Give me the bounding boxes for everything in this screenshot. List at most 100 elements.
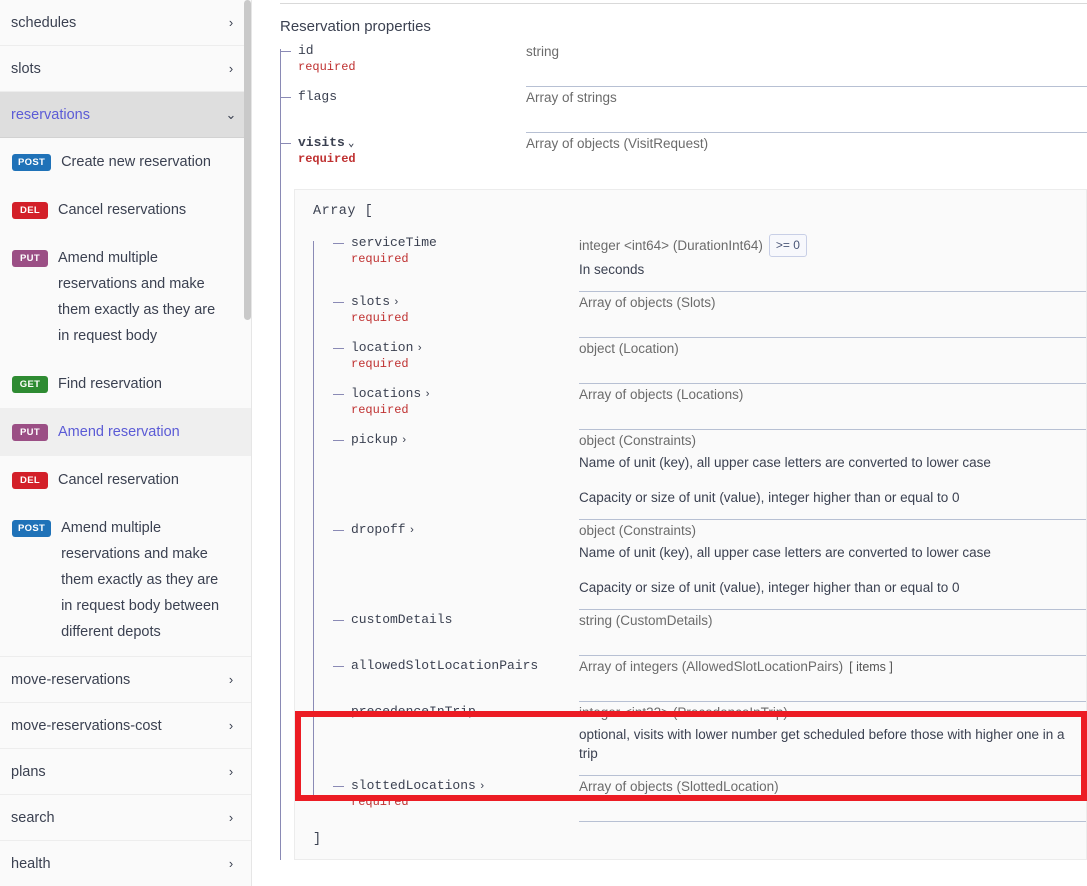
main-panel: Reservation properties id required strin…: [252, 0, 1087, 886]
property-type: Array of objects (VisitRequest): [526, 134, 1087, 153]
visits-array-block: Array [ serviceTime required integer <in…: [294, 189, 1087, 860]
chevron-down-icon[interactable]: ⌄: [345, 138, 355, 150]
sidebar-group-move-reservations[interactable]: move-reservations ›: [0, 657, 251, 703]
sidebar-group-slots[interactable]: slots ›: [0, 46, 251, 92]
property-row-locations[interactable]: locations› required Array of objects (Lo…: [333, 384, 1086, 430]
property-name-cell[interactable]: dropoff›: [351, 520, 579, 610]
property-type: object (Constraints): [579, 431, 1086, 450]
property-type: Array of strings: [526, 88, 1087, 107]
chevron-right-icon[interactable]: ›: [406, 525, 416, 537]
sidebar-group-plans[interactable]: plans ›: [0, 749, 251, 795]
sidebar-item-label: Cancel reservations: [48, 197, 186, 223]
property-name-cell[interactable]: pickup›: [351, 430, 579, 520]
property-name: allowedSlotLocationPairs: [351, 658, 538, 673]
chevron-down-icon: ⌄: [225, 108, 237, 121]
required-label: required: [298, 58, 526, 74]
property-name-cell[interactable]: slots› required: [351, 292, 579, 338]
property-name-cell[interactable]: visits⌄ required: [298, 133, 526, 179]
property-name: customDetails: [351, 612, 452, 627]
property-row-location[interactable]: location› required object (Location): [333, 338, 1086, 384]
sidebar-item-amend-multiple-reservations-depots[interactable]: POST Amend multiple reservations and mak…: [0, 504, 251, 656]
property-row-customdetails: customDetails string (CustomDetails): [333, 610, 1086, 656]
property-row-id: id required string: [280, 41, 1087, 87]
sidebar-item-label: Amend multiple reservations and make the…: [51, 515, 231, 645]
property-name: id: [298, 43, 314, 58]
tree-branch-tick: [280, 97, 291, 98]
chevron-right-icon[interactable]: ›: [398, 435, 408, 447]
property-name: slots: [351, 294, 390, 309]
property-description: Name of unit (key), all upper case lette…: [579, 540, 1086, 562]
sidebar-group-reservations[interactable]: reservations ⌄: [0, 92, 251, 138]
property-name-cell[interactable]: location› required: [351, 338, 579, 384]
property-name-cell: allowedSlotLocationPairs: [351, 656, 579, 702]
property-value-cell: integer <int64> (DurationInt64)>= 0 In s…: [579, 233, 1086, 292]
property-name: pickup: [351, 432, 398, 447]
sidebar-group-search[interactable]: search ›: [0, 795, 251, 841]
items-tag[interactable]: [ items ]: [843, 660, 893, 674]
property-description: Name of unit (key), all upper case lette…: [579, 450, 1086, 472]
property-value-cell: object (Constraints) Name of unit (key),…: [579, 430, 1086, 520]
constraint-chip: >= 0: [769, 234, 807, 257]
sidebar-item-amend-reservation[interactable]: PUT Amend reservation: [0, 408, 251, 456]
sidebar-item-cancel-reservation[interactable]: DEL Cancel reservation: [0, 456, 251, 504]
sidebar-item-amend-multiple-reservations[interactable]: PUT Amend multiple reservations and make…: [0, 234, 251, 360]
required-label: required: [351, 793, 579, 809]
chevron-right-icon[interactable]: ›: [390, 297, 400, 309]
property-name-cell: customDetails: [351, 610, 579, 656]
chevron-right-icon: ›: [225, 719, 237, 732]
property-row-pickup[interactable]: pickup› object (Constraints) Name of uni…: [333, 430, 1086, 520]
method-badge-del: DEL: [12, 472, 48, 489]
property-type: string: [526, 42, 1087, 61]
sidebar-group-label: schedules: [11, 15, 76, 31]
sidebar-group-label: search: [11, 810, 55, 826]
property-row-visits[interactable]: visits⌄ required Array of objects (Visit…: [280, 133, 1087, 179]
property-name: slottedLocations: [351, 778, 476, 793]
sidebar-scrollbar[interactable]: [244, 0, 251, 886]
chevron-right-icon: ›: [225, 857, 237, 870]
property-value-cell: Array of integers (AllowedSlotLocationPa…: [579, 656, 1086, 702]
property-type: integer <int64> (DurationInt64): [579, 238, 763, 253]
array-items-tree: serviceTime required integer <int64> (Du…: [313, 233, 1086, 822]
properties-tree: id required string flags Array of string…: [280, 41, 1087, 860]
property-name-cell[interactable]: slottedLocations› required: [351, 776, 579, 822]
property-name-cell: id required: [298, 41, 526, 87]
property-row-dropoff[interactable]: dropoff› object (Constraints) Name of un…: [333, 520, 1086, 610]
property-name-cell: serviceTime required: [351, 233, 579, 292]
chevron-right-icon: ›: [225, 16, 237, 29]
property-type: Array of objects (Slots): [579, 293, 1086, 312]
property-value-cell: integer <int32> (PrecedenceInTrip) optio…: [579, 702, 1086, 776]
sidebar-group-schedules[interactable]: schedules ›: [0, 0, 251, 46]
chevron-right-icon[interactable]: ›: [421, 389, 431, 401]
tree-branch-tick: [333, 440, 344, 441]
property-value-cell: string (CustomDetails): [579, 610, 1086, 656]
sidebar-item-label: Amend reservation: [48, 419, 180, 445]
sidebar-item-cancel-reservations[interactable]: DEL Cancel reservations: [0, 186, 251, 234]
property-name: precedenceInTrip: [351, 704, 476, 719]
top-divider: [280, 3, 1087, 4]
chevron-right-icon: ›: [225, 62, 237, 75]
sidebar: schedules › slots › reservations ⌄ POST …: [0, 0, 252, 886]
property-name: visits: [298, 135, 345, 150]
sidebar-group-move-reservations-cost[interactable]: move-reservations-cost ›: [0, 703, 251, 749]
property-name-cell: precedenceInTrip: [351, 702, 579, 776]
property-row-slottedlocations[interactable]: slottedLocations› required Array of obje…: [333, 776, 1086, 822]
property-row-slots[interactable]: slots› required Array of objects (Slots): [333, 292, 1086, 338]
property-value-cell: Array of objects (Slots): [579, 292, 1086, 338]
chevron-right-icon[interactable]: ›: [476, 781, 486, 793]
tree-branch-tick: [333, 348, 344, 349]
required-label: required: [351, 250, 579, 266]
sidebar-group-health[interactable]: health ›: [0, 841, 251, 886]
tree-branch-tick: [333, 243, 344, 244]
property-row-precedenceintrip: precedenceInTrip integer <int32> (Preced…: [333, 702, 1086, 776]
property-name-cell[interactable]: locations› required: [351, 384, 579, 430]
sidebar-scrollbar-thumb[interactable]: [244, 0, 251, 320]
chevron-right-icon[interactable]: ›: [413, 343, 423, 355]
property-type: string (CustomDetails): [579, 611, 1086, 630]
chevron-right-icon: ›: [225, 673, 237, 686]
tree-branch-tick: [333, 712, 344, 713]
sidebar-item-find-reservation[interactable]: GET Find reservation: [0, 360, 251, 408]
sidebar-item-create-new-reservation[interactable]: POST Create new reservation: [0, 138, 251, 186]
sidebar-group-label: slots: [11, 61, 41, 77]
property-name: flags: [298, 89, 337, 104]
property-name: locations: [351, 386, 421, 401]
